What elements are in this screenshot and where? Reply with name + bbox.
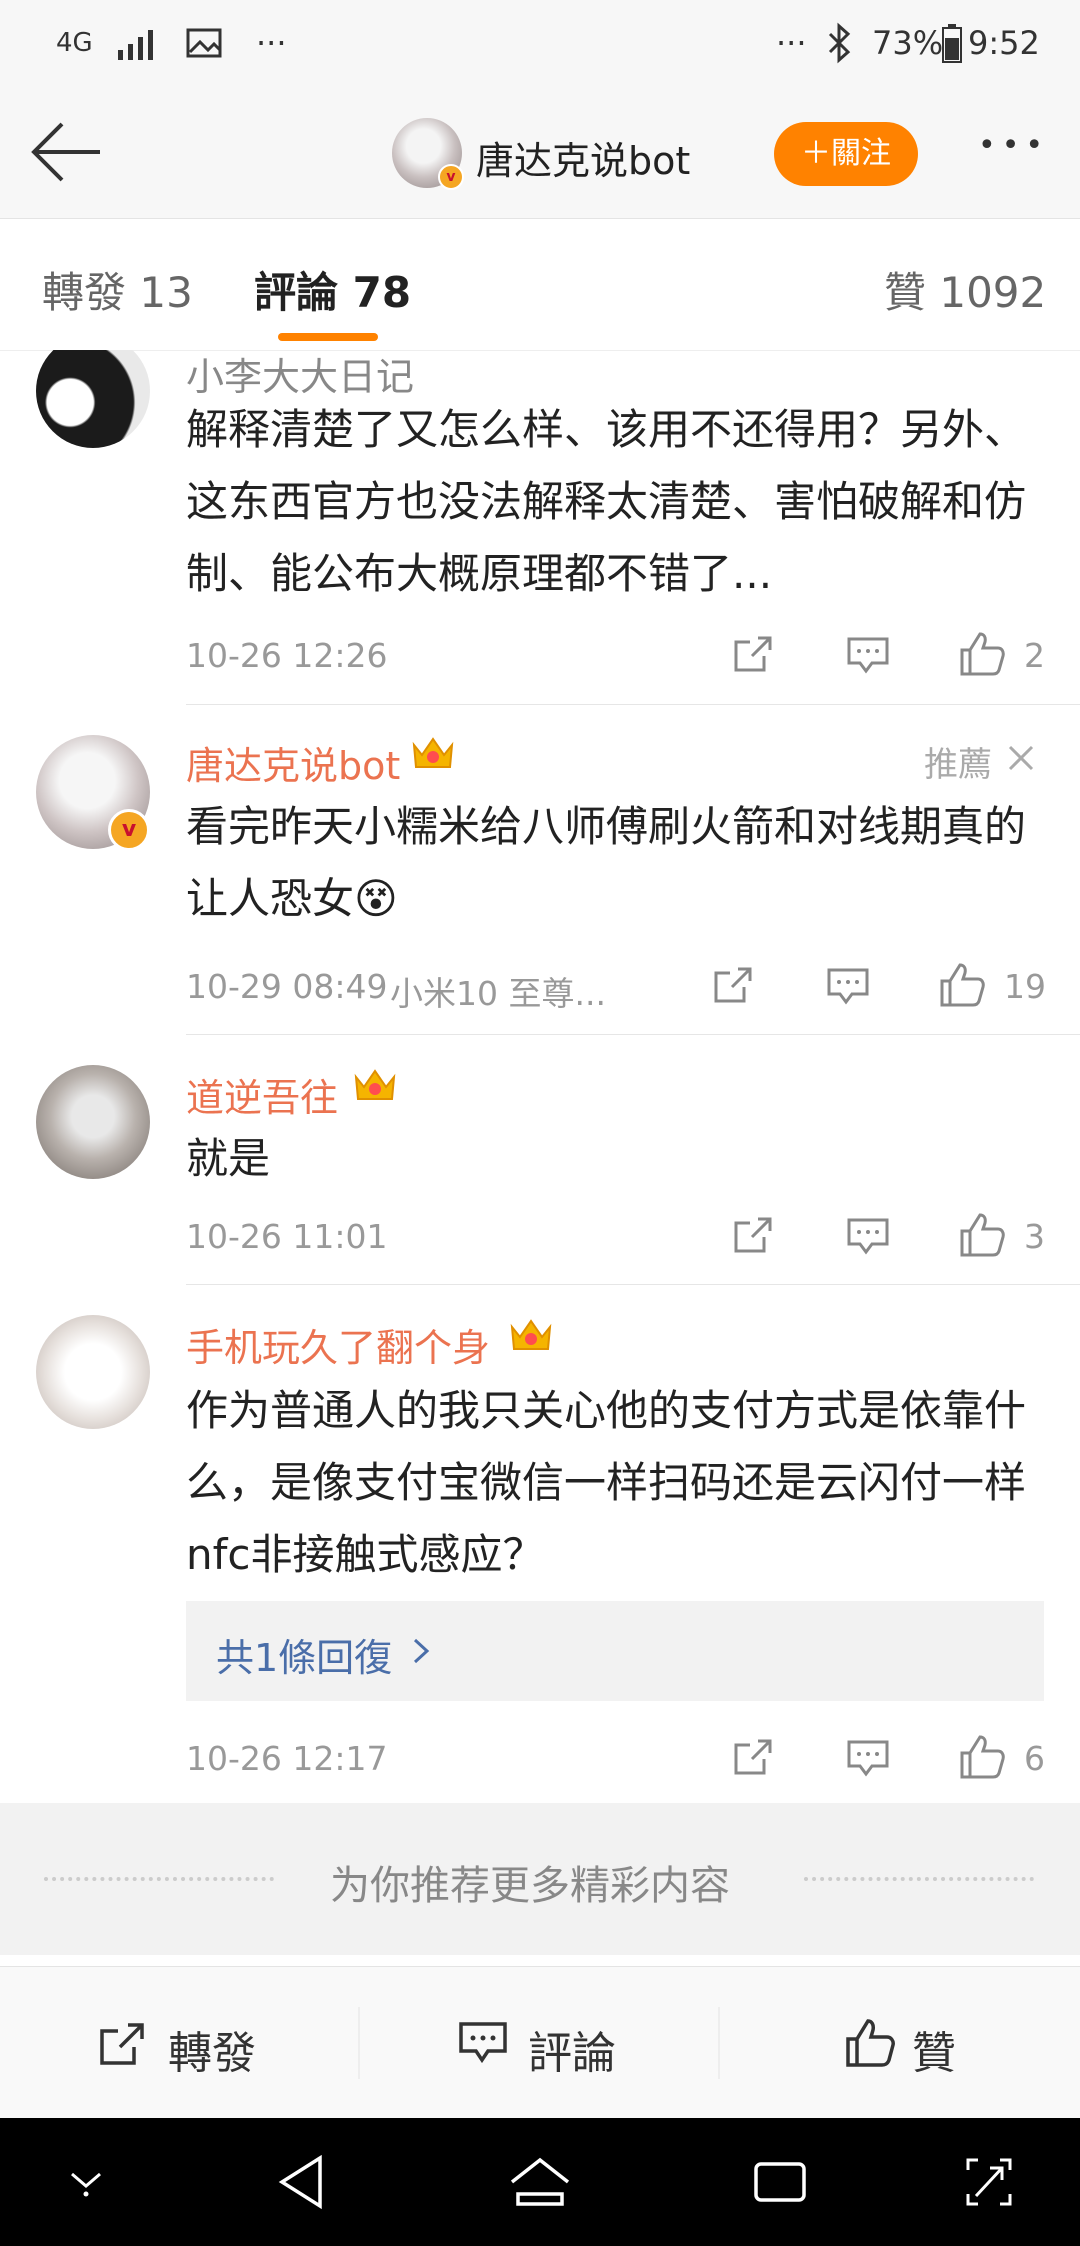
comment-label: 評論 (528, 2028, 616, 2079)
comment-time: 10-26 11:01 (186, 1217, 388, 1256)
tab-comments[interactable]: 評論 78 (254, 259, 411, 320)
member-crown-icon (510, 1319, 552, 1350)
more-options-icon[interactable]: ••• (978, 128, 1049, 163)
comment-device: 小米10 至尊... (390, 974, 606, 1013)
like-button[interactable]: 贊 (842, 2007, 1002, 2079)
comment-icon[interactable] (846, 1739, 890, 1777)
like-count: 19 (1004, 967, 1046, 1006)
status-bar: 4G ··· ··· 73% 9:52 (0, 0, 1080, 90)
navigation-bar (0, 2118, 1080, 2246)
bottom-action-bar: 轉發 評論 贊 (0, 1966, 1080, 2119)
comment-text: 作为普通人的我只关心他的支付方式是依靠什么，是像支付宝微信一样扫码还是云闪付一样… (186, 1386, 1027, 1579)
comment-text: 解释清楚了又怎么样、该用不还得用？另外、这东西官方也没法解释太清楚、害怕破解和仿… (186, 405, 1027, 598)
header-title: 唐达克说bot (476, 139, 691, 183)
like-count: 6 (1024, 1739, 1045, 1778)
avatar[interactable] (36, 1315, 150, 1429)
verified-badge-icon: v (108, 809, 150, 851)
comment-icon (459, 2022, 507, 2064)
like-icon[interactable] (958, 630, 1006, 676)
tab-repost[interactable]: 轉發 13 (42, 259, 193, 320)
comment-username[interactable]: 唐达克说bot (186, 735, 400, 790)
recent-apps-icon[interactable] (752, 2158, 808, 2206)
recommend-banner[interactable]: 为你推荐更多精彩内容 (0, 1803, 1080, 1955)
reply-summary-link[interactable]: 共1條回復 (216, 1627, 392, 1682)
avatar[interactable] (36, 1065, 150, 1179)
home-icon[interactable] (508, 2156, 572, 2208)
clock: 9:52 (968, 24, 1040, 62)
recommend-label[interactable]: 为你推荐更多精彩内容 (330, 1853, 730, 1911)
reply-summary-box[interactable]: 共1條回復 (186, 1601, 1044, 1701)
share-icon[interactable] (732, 1215, 774, 1255)
comment-item: 道逆吾往 就是 10-26 11:01 3 (0, 1035, 1080, 1285)
comment-button[interactable]: 評論 (456, 2007, 656, 2079)
comment-time: 10-26 12:17 (186, 1739, 388, 1778)
comment-text: 就是 (186, 1134, 271, 1183)
avatar[interactable] (36, 350, 150, 448)
comment-time: 10-26 12:26 (186, 636, 388, 675)
comment-icon[interactable] (846, 636, 890, 674)
close-icon[interactable] (1006, 743, 1036, 773)
separator (358, 2007, 360, 2079)
like-count: 3 (1024, 1217, 1045, 1256)
recommended-label: 推薦 (924, 745, 992, 785)
like-label: 贊 (912, 2028, 956, 2079)
comment-icon[interactable] (846, 1217, 890, 1255)
share-icon (100, 2023, 144, 2065)
repost-label: 轉發 (168, 2028, 256, 2079)
header-bar: v 唐达克说bot ＋關注 ••• (0, 90, 1080, 219)
like-count: 2 (1024, 636, 1045, 675)
tab-active-indicator (278, 333, 378, 341)
back-arrow-icon[interactable] (28, 120, 104, 184)
status-more: ··· (256, 24, 287, 62)
comment-username[interactable]: 手机玩久了翻个身 (186, 1317, 490, 1372)
member-crown-icon (412, 737, 454, 768)
bluetooth-icon (828, 22, 851, 64)
like-icon[interactable] (958, 1211, 1006, 1257)
fullscreen-icon[interactable] (962, 2154, 1016, 2210)
chevron-down-icon[interactable] (66, 2164, 106, 2200)
comment-item: 小李大大日记 解释清楚了又怎么样、该用不还得用？另外、这东西官方也没法解释太清楚… (0, 350, 1080, 705)
battery-percent: 73% (872, 24, 944, 62)
repost-button[interactable]: 轉發 (96, 2007, 296, 2079)
image-icon (186, 28, 222, 58)
comment-item: v 唐达克说bot 推薦 看完昨天小糯米给八师傅刷火箭和对线期真的让人恐女😵 1… (0, 705, 1080, 1035)
comment-text: 看完昨天小糯米给八师傅刷火箭和对线期真的让人恐女😵 (186, 802, 1027, 923)
separator (718, 2007, 720, 2079)
signal-icon (118, 30, 153, 60)
comment-time: 10-29 08:49 (186, 967, 388, 1006)
like-icon (846, 2019, 895, 2067)
status-more-right: ··· (776, 24, 807, 62)
member-crown-icon (354, 1069, 396, 1100)
tab-likes[interactable]: 贊 1092 (884, 259, 1046, 320)
comment-icon[interactable] (826, 967, 870, 1005)
network-indicator: 4G (56, 28, 93, 58)
follow-button[interactable]: ＋關注 (774, 122, 918, 186)
verified-badge-icon: v (438, 164, 464, 190)
battery-icon (942, 24, 962, 63)
share-icon[interactable] (732, 634, 774, 674)
like-icon[interactable] (938, 961, 986, 1007)
like-icon[interactable] (958, 1733, 1006, 1779)
dotted-line-right (804, 1877, 1034, 1881)
comment-username[interactable]: 道逆吾往 (186, 1067, 338, 1122)
tab-bar: 轉發 13 評論 78 贊 1092 (0, 219, 1080, 351)
back-icon[interactable] (276, 2154, 326, 2210)
share-icon[interactable] (732, 1737, 774, 1777)
dotted-line-left (44, 1877, 274, 1881)
comment-item: 手机玩久了翻个身 作为普通人的我只关心他的支付方式是依靠什么，是像支付宝微信一样… (0, 1285, 1080, 1803)
share-icon[interactable] (712, 965, 754, 1005)
chevron-right-icon (413, 1638, 430, 1664)
